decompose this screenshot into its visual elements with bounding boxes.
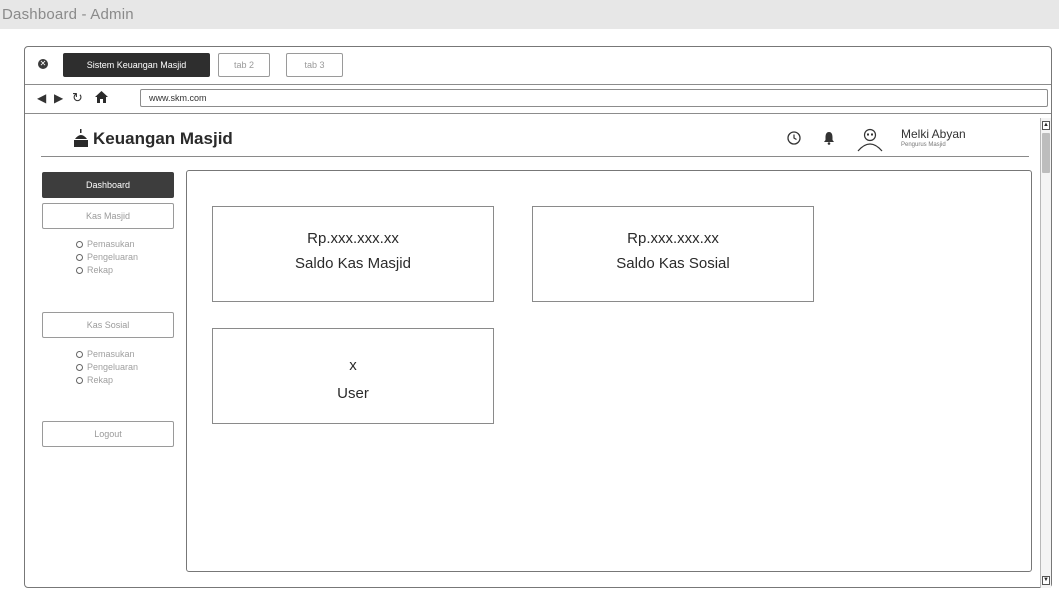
- sidebar-item-dashboard[interactable]: Dashboard: [42, 172, 174, 198]
- avatar[interactable]: [856, 126, 884, 152]
- card-value: x: [349, 357, 357, 374]
- card-value: Rp.xxx.xxx.xx: [307, 230, 399, 247]
- viewport: Keuangan Masjid Melki Abyan Pengurus Mas…: [25, 114, 1041, 588]
- scrollbar[interactable]: ▲ ▼: [1040, 118, 1051, 588]
- nav-bar: ◀ ▶ ↻ www.skm.com: [25, 85, 1051, 113]
- radio-label: Pengeluaran: [87, 252, 139, 262]
- home-icon[interactable]: [95, 91, 108, 106]
- radio-circle-icon: [76, 364, 83, 371]
- radio-circle-icon: [76, 241, 83, 248]
- tab-3[interactable]: tab 3: [286, 53, 343, 77]
- tab-sistem-keuangan-masjid[interactable]: Sistem Keuangan Masjid: [63, 53, 210, 77]
- forward-icon[interactable]: ▶: [54, 91, 63, 105]
- back-icon[interactable]: ◀: [37, 91, 46, 105]
- radio-circle-icon: [76, 254, 83, 261]
- radio-label: Rekap: [87, 265, 114, 275]
- clock-icon[interactable]: [787, 131, 801, 145]
- radio-kas-sosial-pemasukan[interactable]: Pemasukan: [76, 348, 135, 360]
- sidebar-item-kas-masjid[interactable]: Kas Masjid: [42, 203, 174, 229]
- user-name: Melki Abyan: [901, 127, 966, 141]
- tab-2[interactable]: tab 2: [218, 53, 270, 77]
- card-value: Rp.xxx.xxx.xx: [627, 230, 719, 247]
- radio-label: Rekap: [87, 375, 114, 385]
- card-label: Saldo Kas Masjid: [295, 255, 411, 272]
- radio-circle-icon: [76, 267, 83, 274]
- tab-bar: ✕ Sistem Keuangan Masjid tab 2 tab 3: [25, 47, 1051, 84]
- app-header: Keuangan Masjid Melki Abyan Pengurus Mas…: [41, 124, 1029, 157]
- card-saldo-kas-masjid[interactable]: Rp.xxx.xxx.xx Saldo Kas Masjid: [212, 206, 494, 302]
- main-content: Rp.xxx.xxx.xx Saldo Kas Masjid Rp.xxx.xx…: [186, 170, 1032, 572]
- scroll-thumb[interactable]: [1042, 133, 1050, 173]
- radio-kas-masjid-rekap[interactable]: Rekap: [76, 264, 113, 276]
- sidebar: Dashboard Kas Masjid Pemasukan Pengeluar…: [42, 172, 174, 572]
- mosque-icon: [73, 129, 89, 147]
- radio-label: Pemasukan: [87, 239, 135, 249]
- bell-icon[interactable]: [823, 131, 835, 145]
- reload-icon[interactable]: ↻: [72, 91, 83, 105]
- app-title: Keuangan Masjid: [93, 129, 233, 148]
- logout-button[interactable]: Logout: [42, 421, 174, 447]
- user-role: Pengurus Masjid: [901, 142, 946, 148]
- radio-kas-masjid-pemasukan[interactable]: Pemasukan: [76, 238, 135, 250]
- radio-kas-sosial-rekap[interactable]: Rekap: [76, 374, 113, 386]
- card-saldo-kas-sosial[interactable]: Rp.xxx.xxx.xx Saldo Kas Sosial: [532, 206, 814, 302]
- card-label: Saldo Kas Sosial: [616, 255, 730, 272]
- radio-circle-icon: [76, 351, 83, 358]
- page-title: Dashboard - Admin: [2, 6, 134, 23]
- page-header: Dashboard - Admin: [0, 0, 1059, 29]
- close-icon[interactable]: ✕: [38, 59, 48, 69]
- card-user[interactable]: x User: [212, 328, 494, 424]
- url-input[interactable]: www.skm.com: [140, 89, 1048, 107]
- scroll-up-icon[interactable]: ▲: [1042, 121, 1050, 130]
- sidebar-item-kas-sosial[interactable]: Kas Sosial: [42, 312, 174, 338]
- radio-label: Pengeluaran: [87, 362, 139, 372]
- radio-circle-icon: [76, 377, 83, 384]
- radio-label: Pemasukan: [87, 349, 135, 359]
- browser-window: ✕ Sistem Keuangan Masjid tab 2 tab 3 ◀ ▶…: [24, 46, 1052, 588]
- card-label: User: [337, 385, 369, 402]
- radio-kas-masjid-pengeluaran[interactable]: Pengeluaran: [76, 251, 138, 263]
- radio-kas-sosial-pengeluaran[interactable]: Pengeluaran: [76, 361, 138, 373]
- scroll-down-icon[interactable]: ▼: [1042, 576, 1050, 585]
